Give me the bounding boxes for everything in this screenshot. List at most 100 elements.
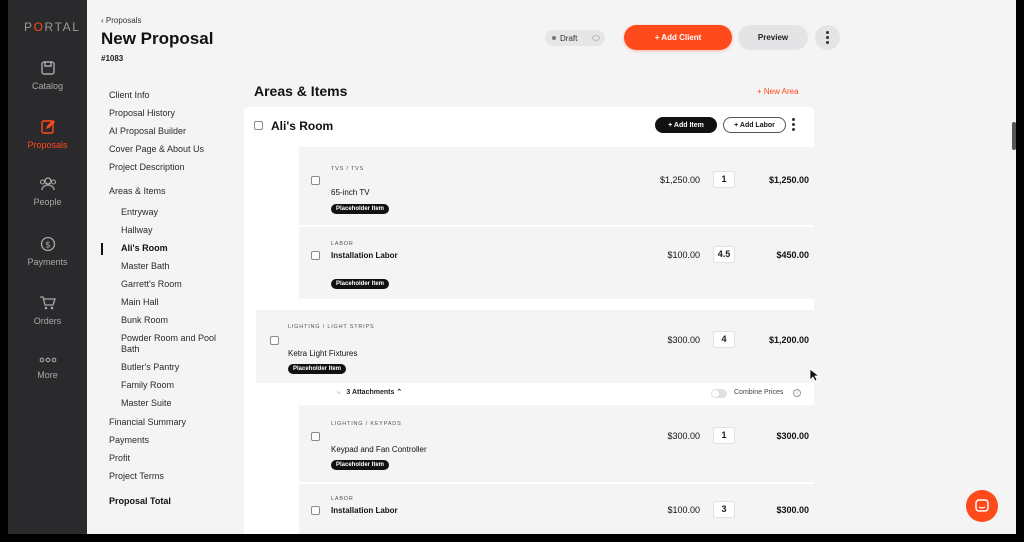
item-quantity[interactable]: 3 xyxy=(713,501,735,518)
cart-icon xyxy=(40,296,56,310)
line-item-row: LABOR Installation Labor $100.00 3 $300.… xyxy=(299,484,814,534)
item-price[interactable]: $100.00 xyxy=(667,250,700,260)
toc-area-main-hall[interactable]: Main Hall xyxy=(121,297,159,307)
sidebar-item-proposals[interactable]: Proposals xyxy=(8,119,87,150)
item-quantity[interactable]: 4 xyxy=(713,331,735,348)
new-area-link[interactable]: + New Area xyxy=(757,87,799,96)
toc-area-family-room[interactable]: Family Room xyxy=(121,380,174,390)
sidebar: PORTAL Catalog Proposals People $ Paymen… xyxy=(8,0,87,534)
toc-area-alis-room[interactable]: Ali's Room xyxy=(121,243,168,253)
add-labor-button[interactable]: + Add Labor xyxy=(723,117,786,133)
breadcrumb-label: Proposals xyxy=(105,16,142,25)
item-name[interactable]: Installation Labor xyxy=(331,506,398,515)
toc-financial-summary[interactable]: Financial Summary xyxy=(109,417,186,427)
toc-area-master-suite[interactable]: Master Suite xyxy=(121,398,172,406)
sidebar-item-label: Proposals xyxy=(27,140,68,150)
item-checkbox[interactable] xyxy=(311,506,320,515)
toc-ai-proposal-builder[interactable]: AI Proposal Builder xyxy=(109,126,186,136)
area-header: Ali's Room + Add Item + Add Labor xyxy=(244,107,814,145)
kebab-icon xyxy=(792,118,795,131)
item-checkbox[interactable] xyxy=(311,176,320,185)
info-icon[interactable]: i xyxy=(793,389,801,397)
toc-area-master-bath[interactable]: Master Bath xyxy=(121,261,170,271)
chat-icon xyxy=(975,499,989,512)
main-content: ‹ Proposals New Proposal #1083 Draft + A… xyxy=(87,0,1016,534)
add-client-button[interactable]: + Add Client xyxy=(624,25,732,50)
sidebar-item-more[interactable]: More xyxy=(8,355,87,380)
sidebar-item-label: Catalog xyxy=(31,81,64,91)
toc-payments[interactable]: Payments xyxy=(109,435,149,445)
toc-project-terms[interactable]: Project Terms xyxy=(109,471,164,481)
attachments-toggle[interactable]: ⤷ 3 Attachments ⌃ xyxy=(337,388,402,397)
toc-proposal-total[interactable]: Proposal Total xyxy=(109,496,171,506)
sidebar-item-label: More xyxy=(37,370,58,380)
breadcrumb[interactable]: ‹ Proposals xyxy=(101,16,141,25)
add-item-button[interactable]: + Add Item xyxy=(655,117,717,133)
toc-areas-items[interactable]: Areas & Items xyxy=(109,186,166,196)
item-checkbox[interactable] xyxy=(270,336,279,345)
toc-area-garretts-room[interactable]: Garrett's Room xyxy=(121,279,182,289)
item-quantity[interactable]: 1 xyxy=(713,427,735,444)
item-checkbox[interactable] xyxy=(311,432,320,441)
people-icon xyxy=(39,177,56,191)
sidebar-item-label: People xyxy=(33,197,62,207)
item-quantity[interactable]: 1 xyxy=(713,171,735,188)
area-name[interactable]: Ali's Room xyxy=(271,119,333,133)
toc-proposal-history[interactable]: Proposal History xyxy=(109,108,175,118)
toc-area-butlers-pantry[interactable]: Butler's Pantry xyxy=(121,362,179,372)
item-price[interactable]: $100.00 xyxy=(667,505,700,515)
status-dot-icon xyxy=(552,36,556,40)
proposal-number: #1083 xyxy=(101,54,124,63)
item-name[interactable]: Ketra Light Fixtures xyxy=(288,349,357,358)
item-total: $1,250.00 xyxy=(768,175,809,185)
toc-client-info[interactable]: Client Info xyxy=(109,90,150,100)
item-total: $300.00 xyxy=(776,431,809,441)
toc-project-description[interactable]: Project Description xyxy=(109,162,185,172)
toc-area-powder-room[interactable]: Powder Room and Pool Bath xyxy=(121,333,231,355)
toc-cover-page[interactable]: Cover Page & About Us xyxy=(109,144,204,154)
preview-button[interactable]: Preview xyxy=(738,25,808,50)
hidden-eye-icon[interactable] xyxy=(592,35,600,41)
item-category: LABOR xyxy=(331,496,354,502)
status-badge[interactable]: Draft xyxy=(545,30,605,46)
combine-prices-label: Combine Prices xyxy=(734,389,784,396)
area-more-button[interactable] xyxy=(792,118,795,131)
sidebar-item-orders[interactable]: Orders xyxy=(8,295,87,326)
sidebar-item-catalog[interactable]: Catalog xyxy=(8,60,87,91)
scrollbar-thumb[interactable] xyxy=(1012,122,1016,150)
item-total: $1,200.00 xyxy=(768,335,809,345)
page-title: New Proposal xyxy=(101,29,214,48)
sidebar-item-payments[interactable]: $ Payments xyxy=(8,236,87,267)
item-name[interactable]: Installation Labor xyxy=(331,251,398,260)
toc-area-entryway[interactable]: Entryway xyxy=(121,207,158,217)
toc-profit[interactable]: Profit xyxy=(109,453,130,463)
item-category: LIGHTING / KEYPADS xyxy=(331,421,402,427)
more-options-button[interactable] xyxy=(815,25,840,50)
areas-heading: Areas & Items xyxy=(254,83,348,99)
proposals-icon xyxy=(40,120,55,134)
more-dots-icon xyxy=(39,357,56,363)
attachments-label: 3 Attachments xyxy=(346,389,395,396)
item-name[interactable]: 65-inch TV xyxy=(331,188,370,197)
chat-launcher-button[interactable] xyxy=(966,490,998,522)
combine-prices-toggle[interactable] xyxy=(711,389,727,398)
item-category: TVS / TVS xyxy=(331,166,365,172)
toc-area-bunk-room[interactable]: Bunk Room xyxy=(121,315,168,325)
area-checkbox[interactable] xyxy=(254,121,263,130)
item-name[interactable]: Keypad and Fan Controller xyxy=(331,445,427,454)
portal-logo[interactable]: PORTAL xyxy=(24,20,81,34)
item-price[interactable]: $300.00 xyxy=(667,431,700,441)
sidebar-item-people[interactable]: People xyxy=(8,176,87,207)
toc-area-hallway[interactable]: Hallway xyxy=(121,225,153,235)
sidebar-item-label: Orders xyxy=(33,316,62,326)
app-window: PORTAL Catalog Proposals People $ Paymen… xyxy=(8,0,1016,534)
item-price[interactable]: $1,250.00 xyxy=(660,175,700,185)
line-item-row: LIGHTING / LIGHT STRIPS Ketra Light Fixt… xyxy=(256,310,814,383)
placeholder-badge: Placeholder Item xyxy=(288,364,347,374)
item-checkbox[interactable] xyxy=(311,251,320,260)
item-price[interactable]: $300.00 xyxy=(667,335,700,345)
sidebar-item-label: Payments xyxy=(27,257,68,267)
item-quantity[interactable]: 4.5 xyxy=(713,246,735,263)
status-label: Draft xyxy=(560,33,578,43)
item-category: LIGHTING / LIGHT STRIPS xyxy=(288,324,375,330)
